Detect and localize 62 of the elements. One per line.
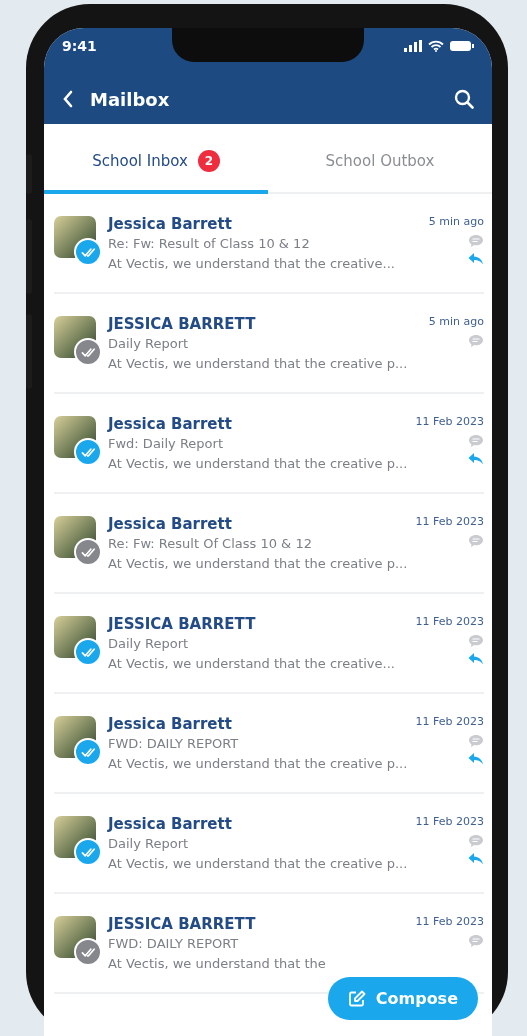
message-row[interactable]: Jessica Barrett Daily Report At Vectis, we understand that the creative p... 11 Feb 2023 bbox=[54, 794, 484, 894]
message-row[interactable]: Jessica Barrett Re: Fw: Result of Class 10 & 12 At Vectis, we understand that the creative... 5 min ago bbox=[54, 194, 484, 294]
preview-text: At Vectis, we understand that the creative... bbox=[108, 655, 396, 673]
sender-name: Jessica Barrett bbox=[108, 414, 233, 434]
preview-text: At Vectis, we understand that the bbox=[108, 955, 327, 973]
wifi-icon bbox=[428, 40, 444, 52]
chat-bubble-icon bbox=[468, 334, 484, 348]
tab[interactable]: School Inbox 2 bbox=[44, 124, 268, 194]
message-row[interactable]: Jessica Barrett FWD: DAILY REPORT At Vectis, we understand that the creative p... 11 Feb 2023 bbox=[54, 694, 484, 794]
chat-bubble-icon bbox=[468, 534, 484, 548]
subject-text: Daily Report bbox=[108, 835, 190, 853]
reply-arrow-icon[interactable] bbox=[468, 652, 484, 666]
message-row[interactable]: Jessica Barrett Fwd: Daily Report At Vectis, we understand that the creative p... 11 Feb 2023 bbox=[54, 394, 484, 494]
sender-name: Jessica Barrett bbox=[108, 814, 233, 834]
chat-bubble-icon bbox=[468, 734, 484, 748]
search-icon[interactable] bbox=[454, 89, 474, 109]
timestamp: 11 Feb 2023 bbox=[415, 414, 484, 430]
timestamp: 5 min ago bbox=[428, 314, 484, 330]
timestamp: 11 Feb 2023 bbox=[415, 714, 484, 730]
subject-text: FWD: DAILY REPORT bbox=[108, 735, 240, 753]
chat-bubble-icon bbox=[468, 634, 484, 648]
signal-icon bbox=[404, 40, 422, 52]
subject-text: Re: Fw: Result Of Class 10 & 12 bbox=[108, 535, 313, 553]
message-row[interactable]: JESSICA BARRETT Daily Report At Vectis, we understand that the creative p... 5 min ago bbox=[54, 294, 484, 394]
preview-text: At Vectis, we understand that the creative... bbox=[108, 255, 396, 273]
message-row[interactable]: JESSICA BARRETT Daily Report At Vectis, we understand that the creative... 11 Feb 2023 bbox=[54, 594, 484, 694]
sender-name: JESSICA BARRETT bbox=[108, 914, 257, 934]
timestamp: 11 Feb 2023 bbox=[415, 514, 484, 530]
chat-bubble-icon bbox=[468, 234, 484, 248]
reply-arrow-icon[interactable] bbox=[468, 852, 484, 866]
sender-name: Jessica Barrett bbox=[108, 714, 233, 734]
reply-arrow-icon[interactable] bbox=[468, 252, 484, 266]
chat-bubble-icon bbox=[468, 934, 484, 948]
timestamp: 5 min ago bbox=[428, 214, 484, 230]
subject-text: Daily Report bbox=[108, 635, 190, 653]
reply-arrow-icon[interactable] bbox=[468, 752, 484, 766]
sender-name: JESSICA BARRETT bbox=[108, 614, 257, 634]
sender-name: JESSICA BARRETT bbox=[108, 314, 257, 334]
timestamp: 11 Feb 2023 bbox=[415, 614, 484, 630]
timestamp: 11 Feb 2023 bbox=[415, 914, 484, 930]
reply-arrow-icon[interactable] bbox=[468, 452, 484, 466]
sender-name: Jessica Barrett bbox=[108, 514, 233, 534]
preview-text: At Vectis, we understand that the creative p... bbox=[108, 555, 404, 573]
back-icon[interactable] bbox=[62, 90, 74, 108]
chat-bubble-icon bbox=[468, 834, 484, 848]
subject-text: FWD: DAILY REPORT bbox=[108, 935, 240, 953]
sender-name: Jessica Barrett bbox=[108, 214, 233, 234]
preview-text: At Vectis, we understand that the creative p... bbox=[108, 855, 404, 873]
preview-text: At Vectis, we understand that the creative p... bbox=[108, 355, 409, 373]
chat-bubble-icon bbox=[468, 434, 484, 448]
message-row[interactable]: Jessica Barrett Re: Fw: Result Of Class 10 & 12 At Vectis, we understand that the creative p... 11 Feb 2023 bbox=[54, 494, 484, 594]
battery-icon bbox=[450, 40, 474, 52]
timestamp: 11 Feb 2023 bbox=[415, 814, 484, 830]
status-time: 9:41 bbox=[62, 38, 97, 54]
subject-text: Re: Fw: Result of Class 10 & 12 bbox=[108, 235, 311, 253]
unread-count-badge: 2 bbox=[197, 150, 220, 172]
screen-title: Mailbox bbox=[90, 88, 171, 110]
subject-text: Daily Report bbox=[108, 335, 190, 353]
edit-icon bbox=[347, 989, 366, 1008]
subject-text: Fwd: Daily Report bbox=[108, 435, 224, 453]
preview-text: At Vectis, we understand that the creative p... bbox=[108, 755, 404, 773]
preview-text: At Vectis, we understand that the creative p... bbox=[108, 455, 404, 473]
